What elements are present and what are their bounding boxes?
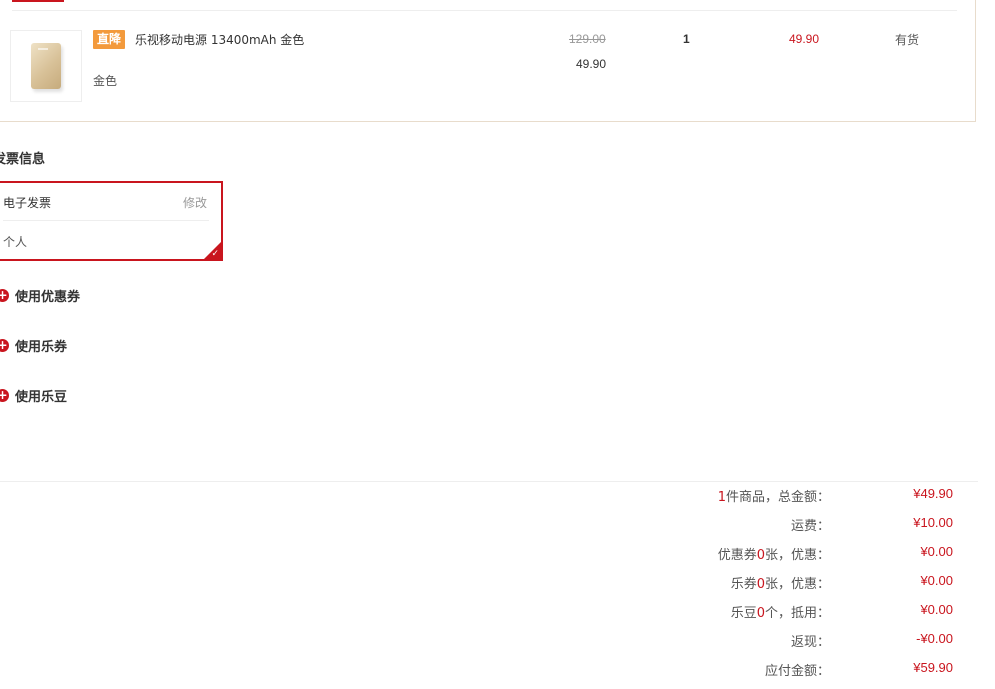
summary-label: 乐券0张，优惠：: [730, 577, 830, 592]
goods-subtotal: 49.90: [789, 32, 820, 46]
goods-color: 金色: [93, 74, 118, 88]
summary-value: ¥0.00: [920, 544, 953, 559]
promo-badge: 直降: [93, 30, 126, 49]
use-le-bean-toggle[interactable]: + 使用乐豆: [0, 386, 68, 405]
summary-divider: [0, 481, 978, 482]
summary-row-cashback: 返现： -¥0.00: [0, 631, 960, 660]
invoice-holder: 个人: [3, 235, 28, 249]
summary-value: ¥59.90: [913, 660, 953, 675]
check-icon: ✓: [211, 249, 219, 259]
current-price: 49.90: [576, 57, 607, 71]
summary-row-le-bean: 乐豆0个，抵用： ¥0.00: [0, 602, 960, 631]
plus-circle-icon: +: [0, 388, 9, 402]
goods-thumbnail[interactable]: [10, 30, 82, 102]
power-bank-image: [31, 43, 61, 89]
summary-value: ¥0.00: [920, 573, 953, 588]
invoice-type: 电子发票: [3, 196, 52, 210]
goods-divider: [12, 10, 957, 11]
goods-name-link[interactable]: 乐视移动电源 13400mAh 金色: [135, 31, 304, 48]
summary-label: 优惠券0张，优惠：: [717, 548, 830, 563]
summary-row-payable: 应付金额： ¥59.90: [0, 660, 960, 689]
invoice-option-card[interactable]: 电子发票 修改 个人 ✓: [0, 181, 223, 261]
summary-label: 乐豆0个，抵用：: [730, 606, 830, 621]
invoice-edit-link[interactable]: 修改: [183, 194, 207, 211]
summary-label: 运费：: [790, 519, 830, 534]
use-coupon-toggle[interactable]: + 使用优惠券: [0, 286, 81, 305]
original-price: 129.00: [569, 32, 606, 46]
summary-row-total: 1件商品，总金额： ¥49.90: [0, 486, 960, 515]
invoice-divider: [3, 220, 209, 221]
plus-circle-icon: +: [0, 288, 9, 302]
goods-quantity: 1: [683, 32, 690, 46]
invoice-section-title: 发票信息: [0, 152, 46, 167]
summary-row-shipping: 运费： ¥10.00: [0, 515, 960, 544]
summary-row-le-coupon: 乐券0张，优惠： ¥0.00: [0, 573, 960, 602]
summary-value: -¥0.00: [916, 631, 953, 646]
summary-value: ¥49.90: [913, 486, 953, 501]
summary-row-coupon: 优惠券0张，优惠： ¥0.00: [0, 544, 960, 573]
summary-label: 1件商品，总金额：: [717, 490, 830, 505]
use-coupon-label: 使用优惠券: [15, 289, 81, 305]
stock-status: 有货: [895, 33, 920, 47]
use-le-bean-label: 使用乐豆: [15, 389, 68, 405]
summary-value: ¥0.00: [920, 602, 953, 617]
summary-label: 应付金额：: [764, 664, 830, 679]
summary-value: ¥10.00: [913, 515, 953, 530]
use-le-coupon-toggle[interactable]: + 使用乐券: [0, 336, 68, 355]
goods-list-panel: [0, 0, 976, 122]
use-le-coupon-label: 使用乐券: [15, 339, 68, 355]
summary-label: 返现：: [790, 635, 830, 650]
plus-circle-icon: +: [0, 338, 9, 352]
order-summary: 1件商品，总金额： ¥49.90 运费： ¥10.00 优惠券0张，优惠： ¥0…: [0, 486, 960, 689]
